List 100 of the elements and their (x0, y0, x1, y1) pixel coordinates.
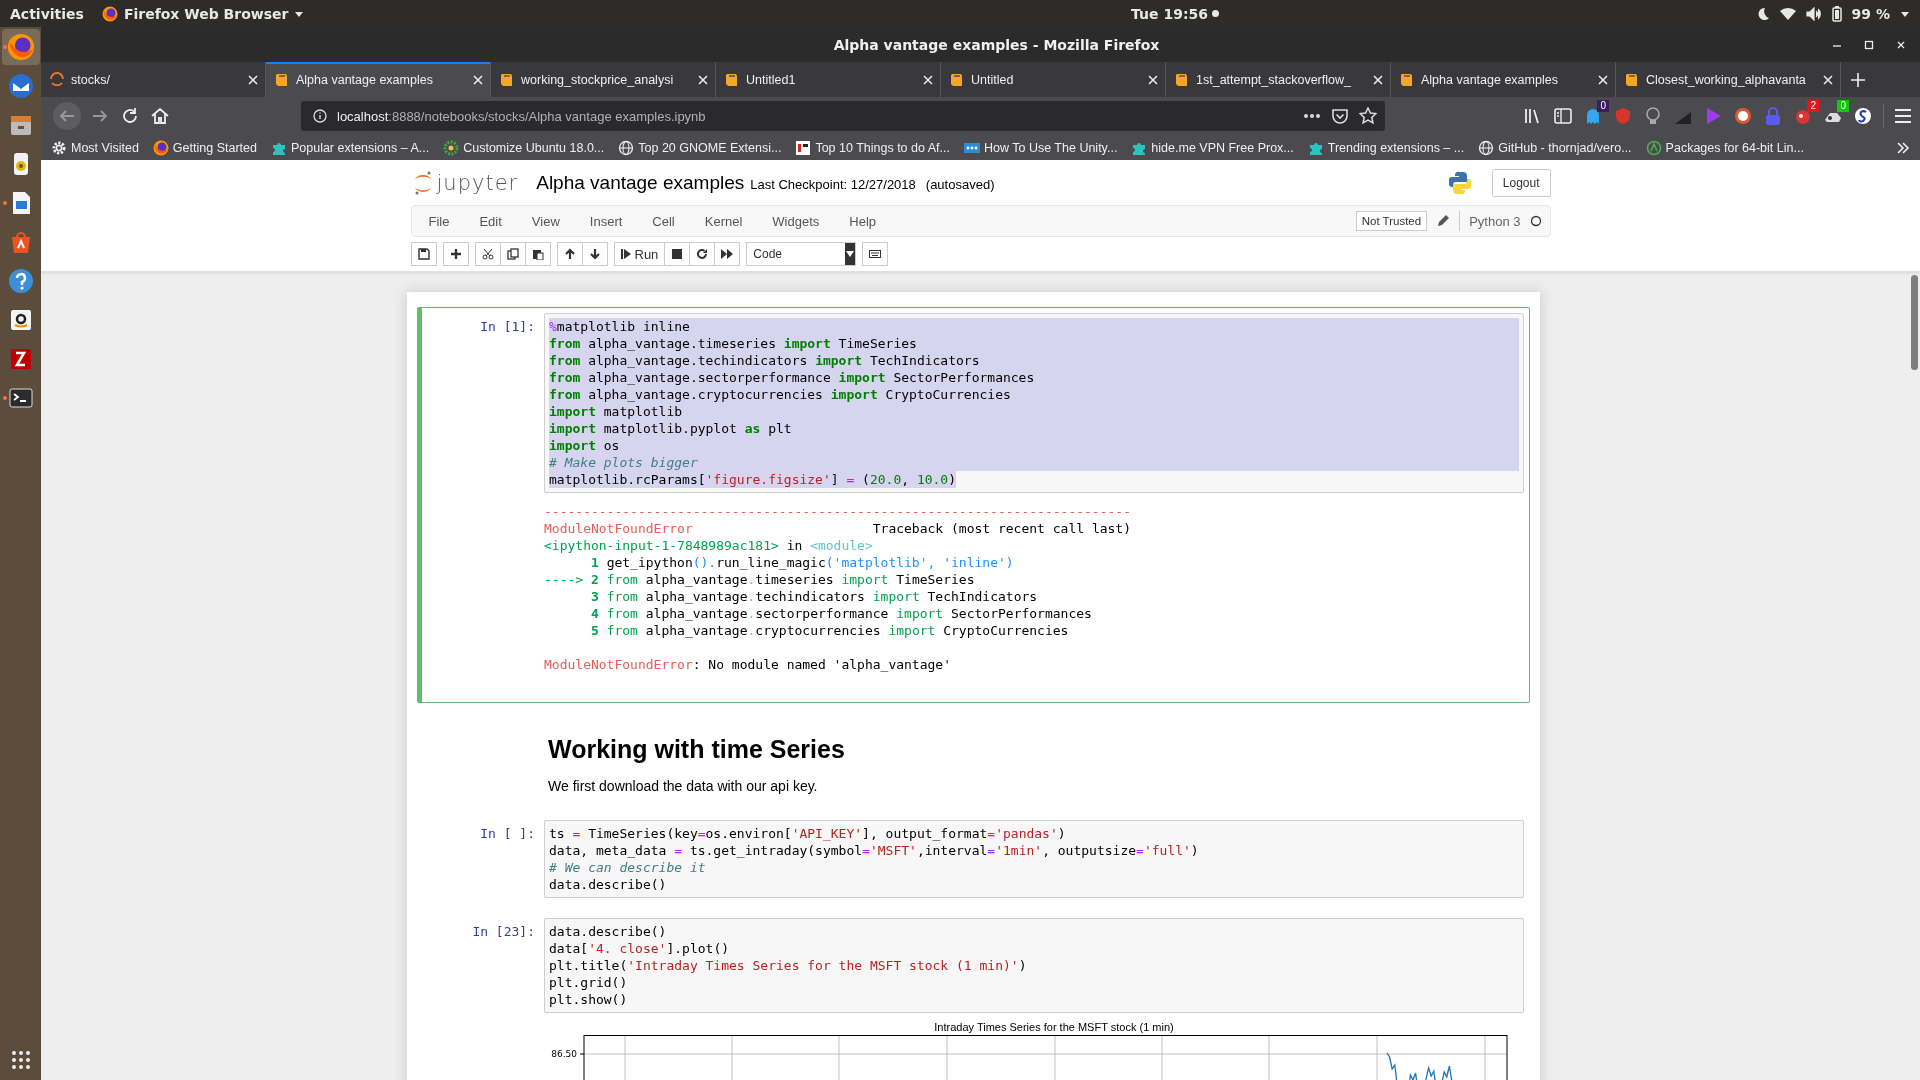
book-icon (1174, 71, 1190, 88)
notebook-cell[interactable] (417, 307, 1530, 703)
input-prompt: In [ ]: (479, 825, 535, 843)
bookmark[interactable]: Getting Started (152, 139, 257, 156)
move-down-button[interactable] (581, 242, 608, 266)
bookmark[interactable]: Packages for 64-bit Lin... (1645, 139, 1804, 156)
bookmark[interactable]: Customize Ubuntu 18.0... (443, 139, 605, 156)
logo-text: jupyter (436, 170, 519, 195)
notebook-cell[interactable]: In [23]: data.describe() data['4. close'].plot() plt.title('Intraday Times Series for the MSFT stock (1 min)') plt.grid() plt.show() Intraday Times Series for the MSFT stock (1 min) 86.50 (417, 912, 1530, 1080)
keyboard-button[interactable] (862, 242, 889, 266)
traceback-line: ----> 2 from alpha_vantage.timeseries import TimeSeries (544, 571, 975, 588)
code-line: plt.grid() (549, 974, 629, 991)
add-button[interactable] (442, 242, 469, 266)
save-button[interactable] (410, 242, 437, 266)
code-line: ts = TimeSeries(key=os.environ['API_KEY'], output_format='pandas') (549, 825, 1067, 842)
close-icon[interactable] (1896, 39, 1906, 50)
keyboard-icon (869, 248, 882, 260)
sidebar-icon[interactable] (1553, 106, 1573, 126)
save-icon (417, 248, 430, 260)
browser-icon (6, 33, 35, 61)
close-icon[interactable] (697, 73, 709, 86)
trust-button[interactable]: Not Trusted (1355, 211, 1428, 231)
menu-item[interactable]: Help (834, 213, 892, 229)
bookmark[interactable]: Trending extensions – ... (1307, 139, 1465, 156)
close-icon[interactable] (247, 73, 259, 86)
lightbulb-icon[interactable] (1643, 106, 1663, 126)
book-icon (1624, 71, 1640, 88)
book-icon (1399, 71, 1415, 88)
copy-button[interactable] (499, 242, 526, 266)
back-icon[interactable] (52, 101, 82, 131)
bookmark[interactable]: Popular extensions – A... (270, 139, 430, 156)
close-icon[interactable] (1147, 73, 1159, 86)
logout-button[interactable]: Logout (1491, 168, 1551, 197)
activities-button[interactable]: Activities (10, 5, 84, 22)
notebook-cell[interactable]: In [ ]: ts = TimeSeries(key=os.environ['API_KEY'], output_format='pandas') data, meta_data = ts.get_intraday(symbol='MSFT',interval='1min', outputsize='full') # We can describe it data.describe() (417, 814, 1530, 904)
chevron-icon[interactable] (1896, 140, 1910, 155)
cell-type-dropdown[interactable]: Code (746, 242, 857, 266)
bookmark[interactable]: GitHub - thornjad/vero... (1478, 139, 1632, 156)
close-icon[interactable] (922, 73, 934, 86)
close-icon[interactable] (1822, 73, 1834, 86)
bookmark[interactable]: Top 10 Things to do Af... (795, 139, 950, 156)
menu-item[interactable]: Cell (637, 213, 690, 229)
input-prompt: In [23]: (471, 923, 535, 941)
autosave-status: (autosaved) (925, 177, 995, 192)
menu-item[interactable]: Kernel (689, 213, 758, 229)
battery-icon (1831, 5, 1842, 22)
restart-button[interactable] (689, 242, 716, 266)
run-button[interactable]: Run (613, 242, 666, 266)
app-grid-icon[interactable] (10, 1050, 31, 1070)
cut-button[interactable] (474, 242, 501, 266)
s-logo-icon[interactable] (1853, 106, 1873, 126)
address-field[interactable]: localhost:8888/notebooks/stocks/Alpha vantage examples.ipynb (301, 101, 1385, 131)
more-icon[interactable] (1303, 113, 1321, 119)
copy-icon (506, 248, 519, 260)
fast-forward-icon (721, 248, 734, 260)
menu-item[interactable]: Insert (574, 213, 638, 229)
axis-tick-label: 86.50 (551, 1049, 577, 1059)
pocket-icon[interactable] (1331, 107, 1349, 125)
speaker-icon (1805, 6, 1822, 21)
close-icon[interactable] (1372, 73, 1384, 86)
bookmark[interactable]: How To Use The Unity... (963, 139, 1118, 156)
code-editor[interactable]: ts = TimeSeries(key=os.environ['API_KEY'], output_format='pandas') data, meta_data = ts.get_intraday(symbol='MSFT',interval='1min', outputsize='full') # We can describe it data.describe() (544, 820, 1524, 898)
app-menu[interactable]: Firefox Web Browser (101, 5, 305, 22)
paragraph: We first download the data with our api key. (548, 778, 818, 794)
notebook-cell[interactable]: Working with time Series We first download the data with our api key. (417, 711, 1530, 806)
scrollbar-thumb[interactable] (1911, 275, 1918, 370)
kernel-name: Python 3 (1469, 213, 1521, 229)
clock[interactable]: Tue 19:56 (1131, 5, 1208, 22)
paste-button[interactable] (524, 242, 551, 266)
menu-icon[interactable] (1894, 108, 1912, 124)
menu-item[interactable]: File (413, 213, 465, 229)
move-up-button[interactable] (556, 242, 583, 266)
book-icon (499, 71, 515, 88)
input-prompt: In [1]: (479, 318, 535, 336)
menu-item[interactable]: Edit (464, 213, 517, 229)
browser-icon (152, 139, 169, 156)
close-icon[interactable] (472, 73, 484, 86)
notebook-title[interactable]: Alpha vantage examples (536, 171, 745, 194)
window-title: Alpha vantage examples - Mozilla Firefox (832, 36, 1161, 53)
menu-item[interactable]: View (516, 213, 575, 229)
browser-tab[interactable]: Alpha vantage examples (266, 62, 491, 97)
system-menu[interactable]: 99 % (1755, 5, 1910, 22)
menu-item[interactable]: Widgets (757, 213, 835, 229)
code-editor[interactable] (544, 313, 1524, 493)
bookmark[interactable]: hide.me VPN Free Prox... (1131, 139, 1294, 156)
code-line: data, meta_data = ts.get_intraday(symbol='MSFT',interval='1min', outputsize='full') (549, 842, 1200, 859)
code-line: plt.title('Intraday Times Series for the MSFT stock (1 min)') (549, 957, 1028, 974)
star-icon[interactable] (1359, 107, 1377, 125)
logo-icon (412, 169, 433, 196)
fast-forward-button[interactable] (714, 242, 741, 266)
bookmark[interactable]: Top 20 GNOME Extensi... (618, 139, 782, 156)
bookmark[interactable]: Most Visited (51, 139, 139, 156)
maximize-icon[interactable] (1864, 39, 1874, 50)
new-tab-icon[interactable] (1851, 72, 1865, 87)
close-icon[interactable] (1597, 73, 1609, 86)
code-editor[interactable]: data.describe() data['4. close'].plot() plt.title('Intraday Times Series for the MSFT stock (1 min)') plt.grid() plt.show() (544, 918, 1524, 1013)
paste-icon (531, 248, 544, 260)
move-up-icon (563, 248, 576, 260)
stop-button[interactable] (664, 242, 691, 266)
pencil-icon[interactable] (1436, 214, 1451, 228)
